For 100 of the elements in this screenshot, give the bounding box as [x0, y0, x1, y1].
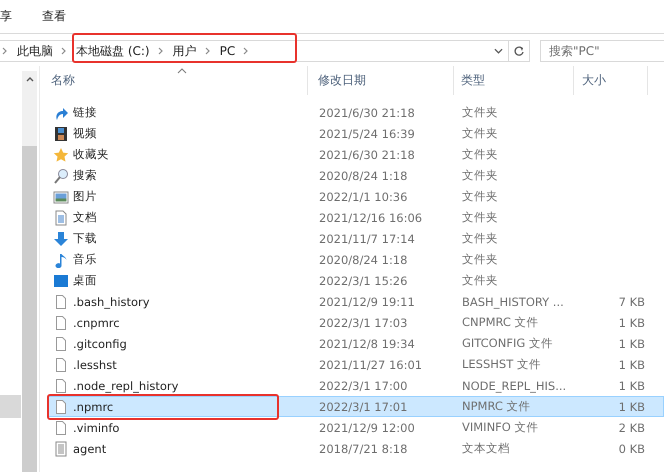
- file-name: 搜索: [73, 168, 97, 183]
- modified-date: 2020/8/24 1:18: [318, 252, 408, 266]
- address-bar[interactable]: 此电脑 本地磁盘 (C:) 用户 PC: [0, 40, 530, 62]
- file-name: 音乐: [73, 252, 97, 267]
- search-icon: [53, 168, 69, 184]
- file-row[interactable]: 搜索 2020/8/24 1:18 文件夹: [48, 165, 664, 186]
- breadcrumb-item[interactable]: PC: [220, 44, 236, 58]
- star-icon: [53, 146, 69, 162]
- modified-date: 2021/11/27 16:01: [318, 358, 424, 372]
- file-type: 文本文档: [461, 441, 511, 456]
- file-name: .cnpmrc: [73, 316, 120, 330]
- refresh-icon[interactable]: [513, 45, 525, 57]
- sort-up-icon[interactable]: [177, 68, 187, 74]
- file-row[interactable]: 桌面 2022/3/1 15:26 文件夹: [48, 270, 664, 291]
- file-type: VIMINFO 文件: [461, 420, 540, 435]
- breadcrumb-item[interactable]: 此电脑: [17, 42, 53, 60]
- file-size: 1 KB: [618, 358, 646, 372]
- file-icon: [53, 398, 69, 414]
- column-header[interactable]: 类型: [454, 66, 574, 95]
- breadcrumb-item[interactable]: 用户: [172, 42, 197, 60]
- chevron-icon[interactable]: [204, 47, 211, 55]
- scrollbar[interactable]: [22, 71, 37, 472]
- file-row[interactable]: .node_repl_history 2022/3/1 17:00 NODE_REPL_HIS... 1 KB: [48, 375, 664, 396]
- file-name: 链接: [73, 105, 97, 120]
- column-header[interactable]: 修改日期: [308, 66, 454, 95]
- file-type: 文件夹: [461, 252, 499, 267]
- search-field[interactable]: 搜索"PC": [540, 40, 664, 62]
- modified-date: 2021/12/9 12:00: [318, 420, 416, 434]
- modified-date: 2021/11/7 17:14: [318, 232, 416, 246]
- file-icon: [53, 314, 69, 330]
- modified-date: 2021/12/8 19:34: [318, 336, 416, 350]
- file-type: 文件夹: [461, 210, 499, 225]
- column-header[interactable]: 大小: [574, 66, 648, 95]
- file-row[interactable]: .viminfo 2021/12/9 12:00 VIMINFO 文件 2 KB: [48, 417, 664, 438]
- modified-date: 2021/5/24 16:39: [318, 126, 416, 140]
- modified-date: 2022/3/1 17:01: [318, 400, 408, 414]
- file-icon: [53, 336, 69, 352]
- breadcrumb-item[interactable]: 本地磁盘 (C:): [76, 42, 150, 60]
- dropdown-icon[interactable]: [494, 48, 503, 54]
- modified-date: 2021/6/30 21:18: [318, 106, 416, 120]
- file-row[interactable]: 视频 2021/5/24 16:39 文件夹: [48, 123, 664, 144]
- file-type: 文件夹: [461, 231, 499, 246]
- download-icon: [53, 230, 69, 246]
- file-size: 7 KB: [618, 294, 646, 308]
- modified-date: 2022/3/1 17:00: [318, 378, 408, 392]
- file-name: .bash_history: [73, 294, 150, 308]
- file-row[interactable]: 下载 2021/11/7 17:14 文件夹: [48, 228, 664, 249]
- file-row[interactable]: 收藏夹 2021/6/30 21:18 文件夹: [48, 144, 664, 165]
- chevron-icon[interactable]: [2, 47, 8, 55]
- file-row[interactable]: agent 2018/7/21 8:18 文本文档 0 KB: [48, 438, 664, 459]
- file-name: .gitconfig: [73, 336, 127, 350]
- desktop-icon: [53, 272, 69, 288]
- file-name: 收藏夹: [73, 147, 109, 162]
- file-name: .node_repl_history: [73, 378, 178, 392]
- file-type: 文件夹: [461, 147, 499, 162]
- modified-date: 2022/1/1 10:36: [318, 190, 408, 204]
- file-type: NPMRC 文件: [461, 399, 532, 414]
- picture-icon: [53, 188, 69, 204]
- file-size: 0 KB: [618, 442, 646, 456]
- file-type: BASH_HISTORY ...: [461, 294, 565, 308]
- file-name: .npmrc: [73, 400, 114, 414]
- file-row[interactable]: 链接 2021/6/30 21:18 文件夹: [48, 102, 664, 123]
- file-row[interactable]: .npmrc 2022/3/1 17:01 NPMRC 文件 1 KB: [48, 396, 664, 417]
- column-header[interactable]: 名称: [48, 66, 308, 95]
- scroll-thumb[interactable]: [22, 146, 37, 472]
- file-type: 文件夹: [461, 105, 499, 120]
- file-type: 文件夹: [461, 126, 499, 141]
- file-type: 文件夹: [461, 189, 499, 204]
- file-row[interactable]: 图片 2022/1/1 10:36 文件夹: [48, 186, 664, 207]
- chevron-icon[interactable]: [243, 47, 250, 55]
- file-name: 图片: [73, 189, 97, 204]
- file-name: 下载: [73, 231, 97, 246]
- scroll-up-icon[interactable]: [26, 77, 34, 82]
- file-name: agent: [73, 442, 106, 456]
- file-name: 视频: [73, 126, 97, 141]
- file-row[interactable]: .gitconfig 2021/12/8 19:34 GITCONFIG 文件 1 KB: [48, 333, 664, 354]
- file-size: 1 KB: [618, 336, 646, 350]
- modified-date: 2022/3/1 15:26: [318, 274, 408, 288]
- file-icon: [53, 356, 69, 372]
- file-type: GITCONFIG 文件: [461, 336, 554, 351]
- file-type: 文件夹: [461, 273, 499, 288]
- document-icon: [53, 210, 69, 226]
- file-type: NODE_REPL_HIS...: [461, 378, 568, 392]
- ribbon-tab[interactable]: 查看: [42, 6, 66, 27]
- file-name: .lesshst: [73, 358, 117, 372]
- file-icon: [53, 294, 69, 310]
- file-row[interactable]: .lesshst 2021/11/27 16:01 LESSHST 文件 1 KB: [48, 354, 664, 375]
- file-row[interactable]: .cnpmrc 2022/3/1 17:03 CNPMRC 文件 1 KB: [48, 312, 664, 333]
- file-row[interactable]: .bash_history 2021/12/9 19:11 BASH_HISTORY ... 7 KB: [48, 291, 664, 312]
- film-icon: [53, 126, 69, 142]
- file-icon: [53, 420, 69, 436]
- file-row[interactable]: 文档 2021/12/16 16:06 文件夹: [48, 207, 664, 228]
- modified-date: 2022/3/1 17:03: [318, 316, 408, 330]
- file-row[interactable]: 音乐 2020/8/24 1:18 文件夹: [48, 249, 664, 270]
- chevron-icon[interactable]: [158, 47, 164, 55]
- chevron-icon[interactable]: [61, 47, 67, 55]
- ribbon-tab[interactable]: 享: [0, 6, 12, 27]
- file-size: 2 KB: [618, 420, 646, 434]
- file-type: 文件夹: [461, 168, 499, 183]
- modified-date: 2021/6/30 21:18: [318, 148, 416, 162]
